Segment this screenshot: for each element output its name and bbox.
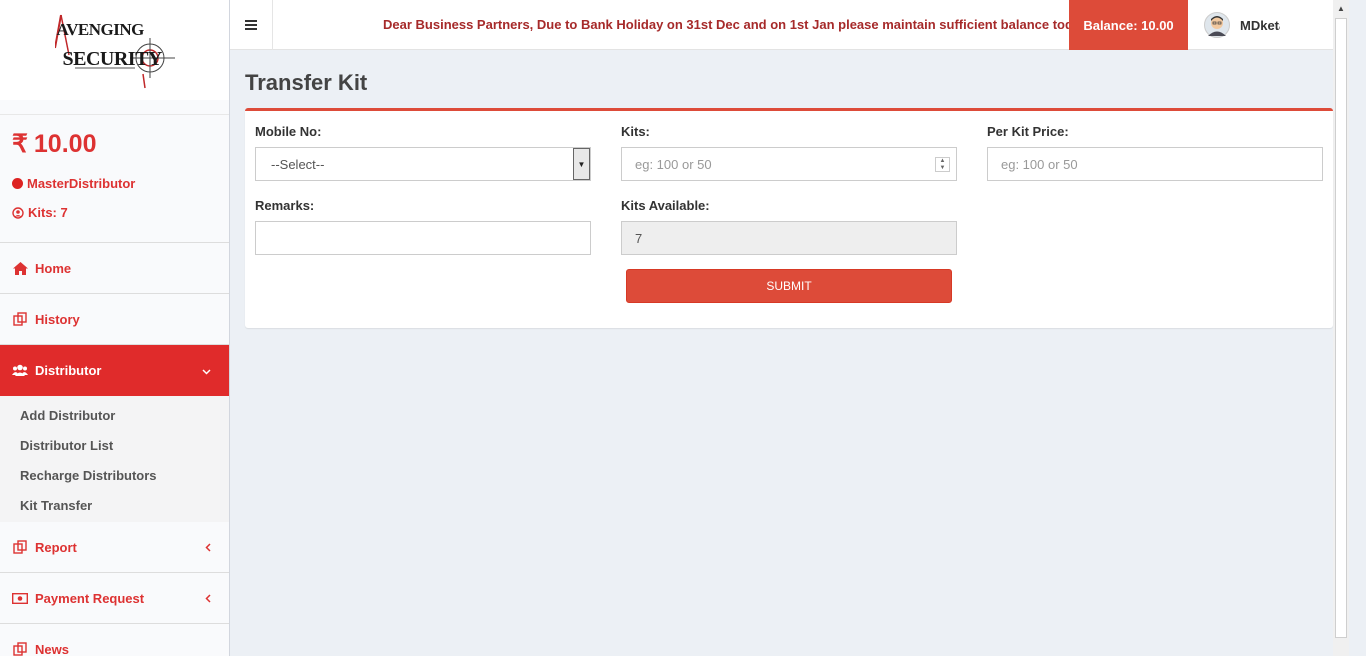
announcement-text: Dear Business Partners, Due to Bank Holi… <box>383 17 1069 32</box>
mobile-label: Mobile No: <box>255 124 322 139</box>
remarks-label: Remarks: <box>255 198 315 213</box>
spinner-down-icon[interactable]: ▼ <box>936 165 949 172</box>
sidebar: AVENGING SECURITY ₹ 10.00 MasterDistribu… <box>0 0 230 656</box>
logo-text-line1: AVENGING <box>56 20 145 39</box>
avatar <box>1204 12 1230 38</box>
sidebar-menu: Home History Distributor Add Distributor… <box>0 242 229 656</box>
number-spinner[interactable]: ▲ ▼ <box>935 157 950 172</box>
submit-button[interactable]: SUBMIT <box>626 269 952 303</box>
sidebar-item-label: Home <box>35 260 72 276</box>
chevron-down-icon <box>202 363 211 378</box>
chevron-left-icon <box>205 540 211 555</box>
user-name: MDketan <box>1240 17 1280 33</box>
sidebar-item-payment-request[interactable]: Payment Request <box>0 573 229 624</box>
submenu-item-add-distributor[interactable]: Add Distributor <box>0 400 229 430</box>
main-content: Transfer Kit Mobile No: --Select-- ▼ Kit… <box>230 50 1333 656</box>
kits-available-value: 7 <box>635 230 643 246</box>
price-placeholder: eg: 100 or 50 <box>1001 156 1078 172</box>
announcement-marquee: Dear Business Partners, Due to Bank Holi… <box>273 0 1069 50</box>
per-kit-price-input[interactable]: eg: 100 or 50 <box>987 147 1323 181</box>
chevron-left-icon <box>205 591 211 606</box>
dropdown-arrow-icon: ▼ <box>573 148 590 180</box>
kits-available-label: Kits Available: <box>621 198 710 213</box>
transfer-kit-form: Mobile No: --Select-- ▼ Kits: eg: 100 or… <box>245 108 1333 328</box>
kits-label: Kits: <box>621 124 650 139</box>
user-circle-icon <box>12 206 24 219</box>
role-status: MasterDistributor <box>12 176 217 191</box>
users-icon <box>12 364 28 377</box>
sidebar-item-label: News <box>35 641 69 656</box>
kits-label: Kits: 7 <box>28 205 68 220</box>
copy-icon <box>12 540 28 554</box>
sidebar-item-distributor[interactable]: Distributor <box>0 345 229 396</box>
brand-logo[interactable]: AVENGING SECURITY <box>54 10 175 90</box>
page-title: Transfer Kit <box>245 70 368 95</box>
submenu-item-kit-transfer[interactable]: Kit Transfer <box>0 490 229 520</box>
balance-amount: 10.00 <box>33 129 97 158</box>
scroll-up-arrow-icon[interactable]: ▲ <box>1333 0 1349 16</box>
mobile-select-value: --Select-- <box>271 156 325 172</box>
balance-button[interactable]: Balance: 10.00 <box>1069 0 1188 50</box>
status-dot-icon <box>12 178 23 189</box>
sidebar-item-label: Report <box>35 539 77 555</box>
sidebar-item-label: History <box>35 311 80 327</box>
remarks-input[interactable] <box>255 221 591 255</box>
distributor-submenu: Add Distributor Distributor List Recharg… <box>0 396 229 522</box>
copy-icon <box>12 642 28 656</box>
submenu-item-distributor-list[interactable]: Distributor List <box>0 430 229 460</box>
price-label: Per Kit Price: <box>987 124 1069 139</box>
role-label: MasterDistributor <box>27 176 136 191</box>
sidebar-item-news[interactable]: News <box>0 624 229 656</box>
scrollbar-thumb[interactable] <box>1335 18 1347 638</box>
mobile-select[interactable]: --Select-- ▼ <box>255 147 591 181</box>
kits-count: Kits: 7 <box>12 205 217 220</box>
page-scrollbar[interactable]: ▲ <box>1333 0 1349 656</box>
rupee-icon: ₹ <box>12 130 28 158</box>
sidebar-item-home[interactable]: Home <box>0 243 229 294</box>
sidebar-item-label: Distributor <box>35 363 102 378</box>
sidebar-toggle-button[interactable] <box>230 0 273 50</box>
user-menu[interactable]: MDketan <box>1188 0 1333 50</box>
balance-display: ₹ 10.00 <box>12 129 217 159</box>
logo-text-line2: SECURITY <box>62 48 163 70</box>
sidebar-item-label: Payment Request <box>35 590 145 606</box>
top-navbar: Dear Business Partners, Due to Bank Holi… <box>230 0 1333 50</box>
hamburger-icon <box>245 20 257 30</box>
kits-available-field: 7 <box>621 221 957 255</box>
user-panel: ₹ 10.00 MasterDistributor Kits: 7 <box>0 114 229 242</box>
sidebar-item-history[interactable]: History <box>0 294 229 345</box>
submenu-item-recharge-distributors[interactable]: Recharge Distributors <box>0 460 229 490</box>
money-icon <box>12 592 28 604</box>
copy-icon <box>12 312 28 326</box>
kits-placeholder: eg: 100 or 50 <box>635 156 712 172</box>
spinner-up-icon[interactable]: ▲ <box>936 158 949 165</box>
home-icon <box>12 261 28 275</box>
logo-box: AVENGING SECURITY <box>0 0 229 100</box>
sidebar-item-report[interactable]: Report <box>0 522 229 573</box>
kits-input[interactable]: eg: 100 or 50 ▲ ▼ <box>621 147 957 181</box>
